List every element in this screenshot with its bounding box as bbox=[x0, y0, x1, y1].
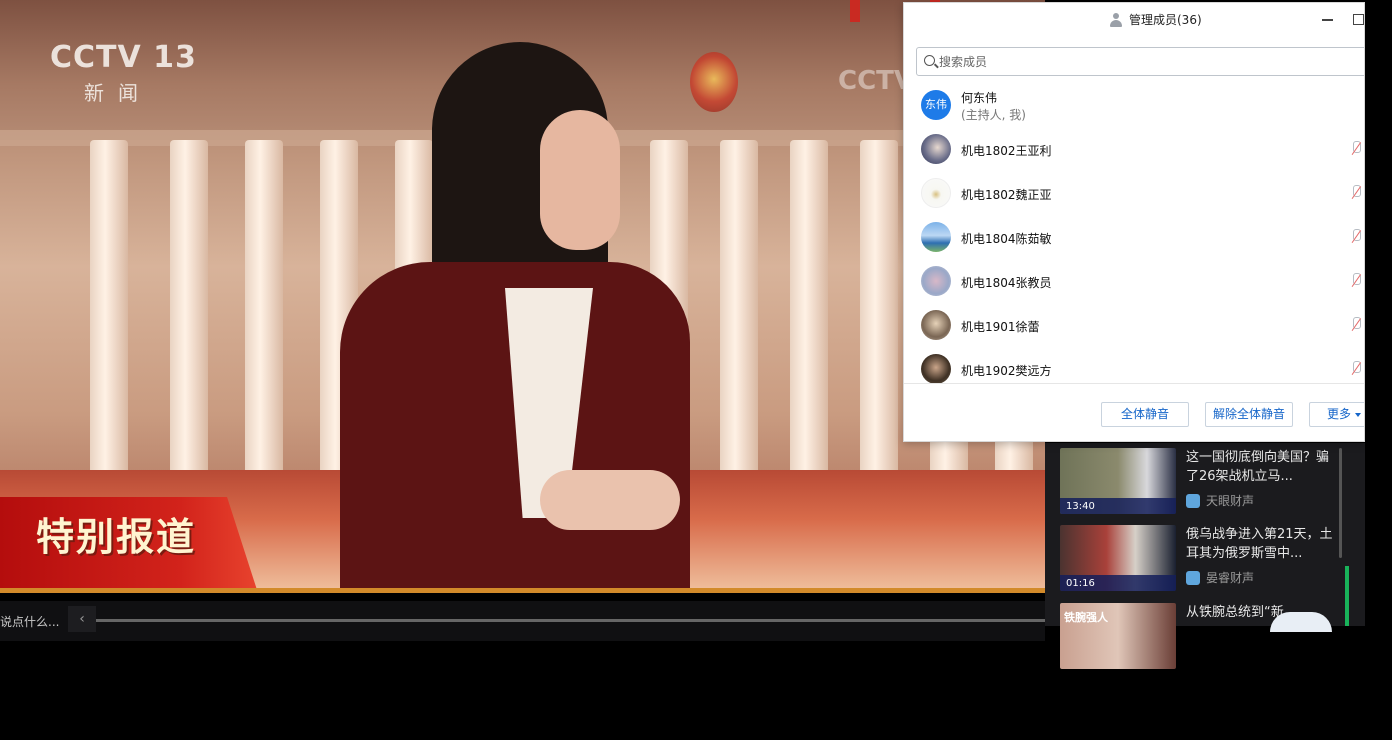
presenter-hands bbox=[540, 470, 680, 530]
member-management-panel: 管理成员(36) 东伟 何东伟 (主持人, 我) 机电1802王亚利 机电180… bbox=[903, 2, 1365, 442]
member-row[interactable]: 机电1802王亚利 bbox=[904, 127, 1364, 171]
member-role: (主持人, 我) bbox=[961, 108, 1026, 122]
search-icon bbox=[924, 55, 935, 66]
video-player[interactable]: CCTV 13 新闻 CCTV 特别报道 bbox=[0, 0, 1045, 593]
recommended-title[interactable]: 这一国彻底倒向美国？骗了26架战机立马... bbox=[1186, 448, 1336, 486]
person-icon bbox=[1109, 12, 1123, 27]
mic-muted-icon[interactable] bbox=[1350, 141, 1362, 157]
mic-muted-icon[interactable] bbox=[1350, 317, 1362, 333]
column bbox=[245, 140, 283, 470]
member-row[interactable]: 机电1804张教员 bbox=[904, 259, 1364, 303]
thumbnail-tag: 铁腕强人 bbox=[1064, 611, 1108, 624]
mic-muted-icon[interactable] bbox=[1350, 185, 1362, 201]
member-name: 机电1802魏正亚 bbox=[961, 188, 1052, 202]
recommended-scrollbar[interactable] bbox=[1339, 448, 1342, 558]
panel-header: 管理成员(36) bbox=[904, 3, 1364, 35]
source-avatar-icon bbox=[1186, 570, 1200, 585]
more-label: 更多 bbox=[1327, 407, 1352, 421]
member-row-host[interactable]: 东伟 何东伟 (主持人, 我) bbox=[904, 83, 1364, 127]
progress-bar[interactable] bbox=[96, 619, 1045, 622]
member-row[interactable]: 机电1901徐蕾 bbox=[904, 303, 1364, 347]
thumbnail-time: 13:40 bbox=[1066, 501, 1095, 512]
minimize-icon[interactable] bbox=[1318, 9, 1338, 29]
unmute-all-button[interactable]: 解除全体静音 bbox=[1205, 402, 1293, 427]
national-emblem bbox=[690, 52, 738, 112]
presenter-face bbox=[540, 110, 620, 250]
column bbox=[170, 140, 208, 470]
panel-title-text: 管理成员(36) bbox=[1129, 13, 1202, 27]
panel-title: 管理成员(36) bbox=[1109, 11, 1202, 28]
channel-logo-main: CCTV 13 bbox=[50, 40, 197, 75]
channel-logo-sub: 新闻 bbox=[84, 81, 152, 105]
more-button[interactable]: 更多 bbox=[1309, 402, 1364, 427]
source-avatar-icon bbox=[1186, 493, 1200, 508]
column bbox=[720, 140, 758, 470]
source-name: 天眼财声 bbox=[1206, 494, 1255, 508]
column bbox=[90, 140, 128, 470]
member-name: 机电1802王亚利 bbox=[961, 144, 1052, 158]
search-input[interactable] bbox=[939, 52, 1339, 72]
avatar bbox=[921, 222, 951, 252]
flag-decoration bbox=[850, 0, 860, 22]
member-name: 机电1804张教员 bbox=[961, 276, 1052, 290]
recommended-title[interactable]: 俄乌战争进入第21天，土耳其为俄罗斯雪中... bbox=[1186, 525, 1336, 563]
channel-logo: CCTV 13 新闻 bbox=[50, 40, 197, 106]
source-name: 晏睿财声 bbox=[1206, 571, 1255, 585]
maximize-icon[interactable] bbox=[1348, 9, 1364, 29]
member-row[interactable]: 机电1804陈茹敏 bbox=[904, 215, 1364, 259]
column bbox=[790, 140, 828, 470]
side-indicator bbox=[1345, 566, 1349, 626]
member-name: 机电1902樊远方 bbox=[961, 364, 1052, 378]
video-thumbnail[interactable]: 铁腕强人 bbox=[1060, 603, 1176, 669]
mascot-icon bbox=[1270, 612, 1332, 632]
member-name: 机电1901徐蕾 bbox=[961, 320, 1040, 334]
screen: CCTV 13 新闻 CCTV 特别报道 说点什么... ‹ 13:40 这一国… bbox=[0, 0, 1392, 740]
avatar bbox=[921, 178, 951, 208]
mic-muted-icon[interactable] bbox=[1350, 229, 1362, 245]
avatar bbox=[921, 134, 951, 164]
recommended-source: 晏睿财声 bbox=[1186, 569, 1254, 586]
recommended-source: 天眼财声 bbox=[1186, 492, 1254, 509]
member-name: 机电1804陈茹敏 bbox=[961, 232, 1052, 246]
mic-muted-icon[interactable] bbox=[1350, 361, 1362, 377]
member-search[interactable] bbox=[916, 47, 1364, 76]
member-row[interactable]: 机电1802魏正亚 bbox=[904, 171, 1364, 215]
chevron-left-icon[interactable]: ‹ bbox=[68, 606, 96, 632]
mute-all-button[interactable]: 全体静音 bbox=[1101, 402, 1189, 427]
thumbnail-time: 01:16 bbox=[1066, 578, 1095, 589]
banner-stripe bbox=[0, 588, 1045, 593]
member-name: 何东伟 bbox=[961, 91, 998, 105]
banner-text: 特别报道 bbox=[36, 514, 197, 559]
video-thumbnail[interactable]: 13:40 bbox=[1060, 448, 1176, 514]
caret-down-icon bbox=[1355, 412, 1362, 417]
column bbox=[860, 140, 898, 470]
mic-muted-icon[interactable] bbox=[1350, 273, 1362, 289]
video-thumbnail[interactable]: 01:16 bbox=[1060, 525, 1176, 591]
panel-footer: 全体静音 解除全体静音 更多 bbox=[904, 383, 1364, 441]
avatar bbox=[921, 310, 951, 340]
avatar: 东伟 bbox=[921, 90, 951, 120]
avatar bbox=[921, 266, 951, 296]
comment-input[interactable]: 说点什么... bbox=[0, 613, 59, 630]
avatar bbox=[921, 354, 951, 384]
